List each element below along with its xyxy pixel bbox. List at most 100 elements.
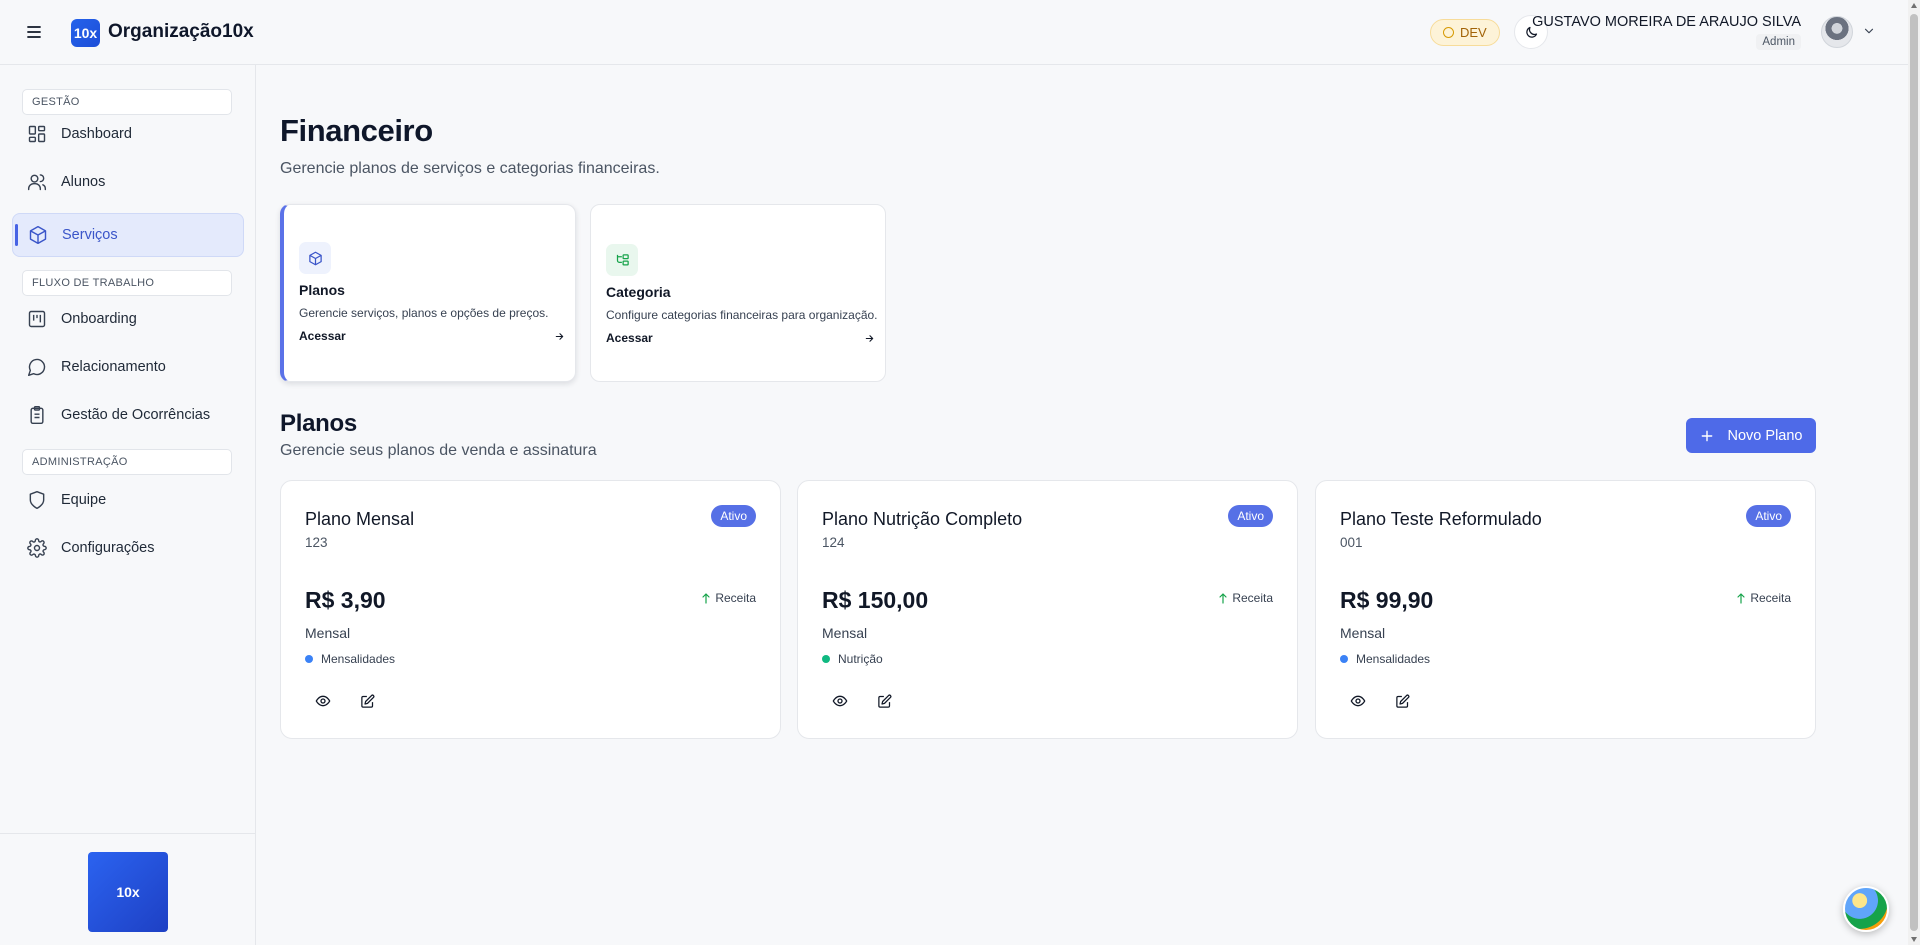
sidebar-item-dashboard[interactable]: Dashboard (12, 112, 244, 156)
sidebar-item-equipe[interactable]: Equipe (12, 478, 244, 522)
plan-period: Mensal (1340, 625, 1386, 641)
plan-name: Plano Nutrição Completo (822, 509, 1023, 529)
category-dot (1340, 655, 1348, 663)
sidebar-item-onboarding[interactable]: Onboarding (12, 297, 244, 341)
plan-category: Mensalidades (305, 652, 395, 666)
arrow-up-icon (1219, 592, 1227, 604)
category-dot (822, 655, 830, 663)
category-tree-icon (606, 244, 638, 276)
plan-code: 123 (305, 535, 328, 550)
gear-icon (27, 538, 47, 558)
sidebar-item-configuracoes[interactable]: Configurações (12, 526, 244, 570)
sidebar-item-alunos[interactable]: Alunos (12, 160, 244, 204)
quick-card-description: Gerencie serviços, planos e opções de pr… (299, 306, 549, 320)
sidebar-item-label: Alunos (61, 174, 106, 190)
sidebar-item-label: Equipe (61, 492, 107, 508)
edit-plan-button[interactable] (349, 685, 385, 717)
plan-category-label: Nutrição (838, 652, 883, 666)
sidebar-item-servicos[interactable]: Serviços (12, 213, 244, 257)
sidebar-footer: 10x (0, 833, 255, 945)
plan-actions (305, 685, 385, 717)
sidebar: GESTÃO Dashboard Alunos Serviços FLUXO D… (0, 65, 256, 945)
plan-code: 001 (1340, 535, 1363, 550)
chevron-down-icon[interactable] (1862, 24, 1876, 38)
plan-type: Receita (1735, 591, 1791, 605)
sidebar-item-label: Gestão de Ocorrências (61, 407, 211, 423)
plan-price: R$ 150,00 (822, 587, 929, 613)
sidebar-item-ocorrencias[interactable]: Gestão de Ocorrências (12, 393, 244, 437)
edit-icon (877, 694, 891, 708)
environment-label: DEV (1460, 25, 1487, 40)
plan-card[interactable]: Plano Mensal 123 Ativo R$ 3,90 Receita M… (280, 480, 781, 739)
plan-card[interactable]: Plano Teste Reformulado 001 Ativo R$ 99,… (1315, 480, 1816, 739)
sidebar-item-relacionamento[interactable]: Relacionamento (12, 345, 244, 389)
plan-type: Receita (700, 591, 756, 605)
users-icon (27, 174, 47, 191)
arrow-up-icon (1737, 592, 1745, 604)
environment-badge: DEV (1430, 19, 1500, 46)
new-plan-label: Novo Plano (1727, 427, 1803, 444)
sidebar-item-label: Serviços (62, 227, 118, 243)
plan-price: R$ 99,90 (1340, 587, 1434, 613)
edit-icon (360, 694, 374, 708)
scrollbar-thumb[interactable] (1910, 14, 1918, 931)
plans-section-subtitle: Gerencie seus planos de venda e assinatu… (280, 442, 597, 459)
plan-actions (822, 685, 902, 717)
footer-logo: 10x (88, 852, 168, 932)
plan-type-label: Receita (1232, 591, 1273, 605)
scrollbar[interactable] (1908, 0, 1920, 945)
plan-category-label: Mensalidades (321, 652, 396, 666)
status-badge: Ativo (1228, 505, 1273, 527)
kanban-icon (28, 310, 46, 328)
view-plan-button[interactable] (1340, 685, 1376, 717)
edit-icon (1395, 694, 1409, 708)
brand-logo[interactable]: 10x (71, 19, 100, 47)
quick-card-description: Configure categorias financeiras para or… (606, 308, 878, 322)
user-role-badge: Admin (1756, 34, 1801, 50)
quick-card-planos[interactable]: Planos Gerencie serviços, planos e opçõe… (280, 204, 576, 382)
quick-card-link-label: Acessar (299, 329, 346, 343)
section-label-fluxo: FLUXO DE TRABALHO (22, 270, 232, 296)
dashboard-icon (28, 125, 46, 143)
brand-name[interactable]: Organização10x (108, 21, 254, 43)
eye-icon (1350, 695, 1366, 707)
arrow-up-icon (702, 592, 710, 604)
edit-plan-button[interactable] (866, 685, 902, 717)
scroll-up-icon[interactable] (1911, 3, 1917, 8)
page-title: Financeiro (280, 113, 433, 148)
edit-plan-button[interactable] (1384, 685, 1420, 717)
arrow-right-icon (865, 334, 874, 342)
new-plan-button[interactable]: Novo Plano (1686, 418, 1816, 453)
sidebar-item-label: Dashboard (61, 126, 132, 142)
shield-icon (29, 490, 45, 510)
view-plan-button[interactable] (305, 685, 341, 717)
plan-type-label: Receita (715, 591, 756, 605)
page-subtitle: Gerencie planos de serviços e categorias… (280, 160, 660, 177)
status-badge: Ativo (1746, 505, 1791, 527)
arrow-right-icon (555, 332, 564, 340)
view-plan-button[interactable] (822, 685, 858, 717)
package-icon (29, 225, 47, 245)
plan-card[interactable]: Plano Nutrição Completo 124 Ativo R$ 150… (797, 480, 1298, 739)
user-name[interactable]: GUSTAVO MOREIRA DE ARAUJO SILVA (1532, 14, 1801, 30)
plans-section-title: Planos (280, 410, 357, 437)
quick-card-link[interactable]: Acessar (606, 331, 875, 345)
eye-icon (832, 695, 848, 707)
package-icon (299, 242, 331, 274)
chat-icon (27, 358, 46, 377)
quick-card-link[interactable]: Acessar (299, 329, 565, 343)
plus-icon (1701, 430, 1712, 441)
plan-type-label: Receita (1750, 591, 1791, 605)
plan-category-label: Mensalidades (1356, 652, 1431, 666)
plan-code: 124 (822, 535, 845, 550)
section-label-administracao: ADMINISTRAÇÃO (22, 449, 232, 475)
quick-card-categoria[interactable]: Categoria Configure categorias financeir… (590, 204, 886, 382)
sidebar-item-label: Relacionamento (61, 359, 166, 375)
avatar[interactable] (1821, 16, 1853, 48)
floating-assistant-button[interactable] (1843, 886, 1889, 932)
scroll-down-icon[interactable] (1911, 937, 1917, 942)
plan-category: Nutrição (822, 652, 883, 666)
menu-icon[interactable] (22, 20, 46, 44)
quick-card-title: Planos (299, 282, 345, 298)
plan-type: Receita (1217, 591, 1273, 605)
